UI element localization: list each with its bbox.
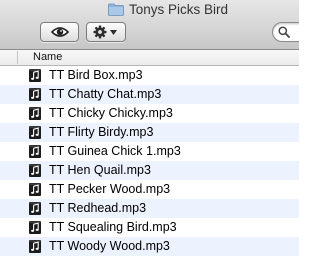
column-divider [17,51,18,64]
eye-icon [50,27,69,37]
file-row[interactable]: TT Pecker Wood.mp3 [0,180,299,199]
file-name: TT Redhead.mp3 [49,201,147,215]
file-row[interactable]: TT Guinea Chick 1.mp3 [0,142,299,161]
file-list: TT Bird Box.mp3 TT Chatty Chat.mp3 TT Chic… [0,66,299,256]
file-name: TT Pecker Wood.mp3 [49,182,171,196]
window-title-text: Tonys Picks Bird [129,1,229,17]
audio-file-icon [29,221,41,234]
audio-file-icon [29,126,41,139]
file-name: TT Chicky Chicky.mp3 [49,106,173,120]
list-empty-area [0,256,299,272]
audio-file-icon [29,202,41,215]
audio-file-icon [29,145,41,158]
file-row[interactable]: TT Squealing Bird.mp3 [0,218,299,237]
audio-file-icon [29,107,41,120]
file-row[interactable]: TT Bird Box.mp3 [0,66,299,85]
file-row[interactable]: TT Chicky Chicky.mp3 [0,104,299,123]
file-name: TT Squealing Bird.mp3 [49,220,177,234]
audio-file-icon [29,164,41,177]
file-row[interactable]: TT Flirty Birdy.mp3 [0,123,299,142]
folder-icon [108,3,124,16]
file-name: TT Woody Wood.mp3 [49,239,170,253]
file-name: TT Bird Box.mp3 [49,68,143,82]
file-name: TT Guinea Chick 1.mp3 [49,144,181,158]
file-name: TT Chatty Chat.mp3 [49,87,162,101]
gear-icon [93,25,107,39]
audio-file-icon [29,88,41,101]
search-field[interactable] [272,22,299,42]
file-row[interactable]: TT Redhead.mp3 [0,199,299,218]
name-column-header[interactable]: Name [33,51,62,63]
quick-look-button[interactable] [40,22,79,42]
file-name: TT Hen Quail.mp3 [49,163,151,177]
window-toolbar: Tonys Picks Bird [0,0,299,50]
caret-down-icon [110,29,117,35]
audio-file-icon [29,69,41,82]
column-header[interactable]: Name [0,50,299,66]
file-row[interactable]: TT Hen Quail.mp3 [0,161,299,180]
action-menu-button[interactable] [86,22,126,42]
window-title: Tonys Picks Bird [108,0,228,18]
file-name: TT Flirty Birdy.mp3 [49,125,154,139]
magnifier-icon [278,26,290,38]
audio-file-icon [29,183,41,196]
finder-window: Tonys Picks Bird Name TT Bird Box.mp3 TT… [0,0,299,272]
file-row[interactable]: TT Chatty Chat.mp3 [0,85,299,104]
audio-file-icon [29,240,41,253]
file-row[interactable]: TT Woody Wood.mp3 [0,237,299,256]
